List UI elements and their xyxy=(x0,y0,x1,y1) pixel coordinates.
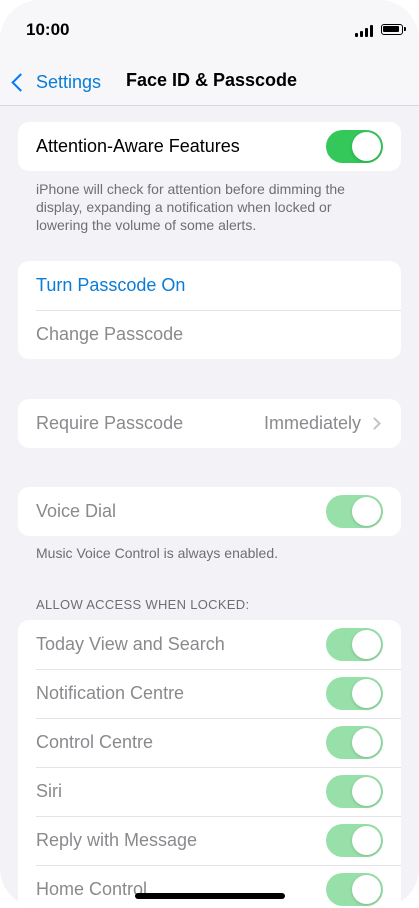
control-centre-row: Control Centre xyxy=(18,718,401,767)
siri-row: Siri xyxy=(18,767,401,816)
voice-dial-group: Voice Dial xyxy=(18,487,401,536)
today-view-toggle xyxy=(326,628,383,661)
home-indicator[interactable] xyxy=(135,893,285,899)
allow-access-header: ALLOW ACCESS WHEN LOCKED: xyxy=(36,597,250,612)
notification-centre-label: Notification Centre xyxy=(36,683,185,703)
battery-icon xyxy=(381,24,406,35)
home-control-row: Home Control xyxy=(18,865,401,908)
turn-passcode-on-row[interactable]: Turn Passcode On xyxy=(18,261,401,310)
attention-aware-label: Attention-Aware Features xyxy=(36,136,240,156)
voice-dial-toggle xyxy=(326,495,383,528)
siri-label: Siri xyxy=(36,781,62,801)
reply-with-message-label: Reply with Message xyxy=(36,830,198,850)
require-passcode-group: Require Passcode Immediately xyxy=(18,399,401,448)
notification-centre-toggle xyxy=(326,677,383,710)
voice-dial-footer: Music Voice Control is always enabled. xyxy=(36,545,279,561)
change-passcode-label: Change Passcode xyxy=(36,324,184,344)
allow-access-group: Today View and Search Notification Centr… xyxy=(18,620,401,908)
notification-centre-row: Notification Centre xyxy=(18,669,401,718)
voice-dial-row: Voice Dial xyxy=(18,487,401,536)
status-bar: 10:00 xyxy=(0,0,419,60)
voice-dial-label: Voice Dial xyxy=(36,501,117,521)
attention-aware-toggle[interactable] xyxy=(326,130,383,163)
today-view-row: Today View and Search xyxy=(18,620,401,669)
page-title: Face ID & Passcode xyxy=(125,70,298,90)
change-passcode-row: Change Passcode xyxy=(18,310,401,359)
signal-icon xyxy=(355,25,375,37)
attention-footer: iPhone will check for attention before d… xyxy=(36,181,345,233)
control-centre-toggle xyxy=(326,726,383,759)
control-centre-label: Control Centre xyxy=(36,732,154,752)
reply-with-message-toggle xyxy=(326,824,383,857)
phone-screen: 10:00 Settings Face ID & Passcode Attent… xyxy=(0,0,419,908)
home-control-label: Home Control xyxy=(36,879,148,899)
require-passcode-value: Immediately xyxy=(263,413,361,433)
turn-passcode-on-label: Turn Passcode On xyxy=(36,275,186,295)
navigation-bar: Settings Face ID & Passcode xyxy=(0,60,419,106)
passcode-group: Turn Passcode On Change Passcode xyxy=(18,261,401,359)
require-passcode-label: Require Passcode xyxy=(36,413,184,433)
today-view-label: Today View and Search xyxy=(36,634,225,654)
attention-aware-row: Attention-Aware Features xyxy=(18,122,401,171)
home-control-toggle xyxy=(326,873,383,906)
require-passcode-row: Require Passcode Immediately xyxy=(18,399,401,448)
status-time: 10:00 xyxy=(26,20,70,39)
chevron-right-icon xyxy=(368,417,381,430)
attention-group: Attention-Aware Features xyxy=(18,122,401,171)
reply-with-message-row: Reply with Message xyxy=(18,816,401,865)
siri-toggle xyxy=(326,775,383,808)
